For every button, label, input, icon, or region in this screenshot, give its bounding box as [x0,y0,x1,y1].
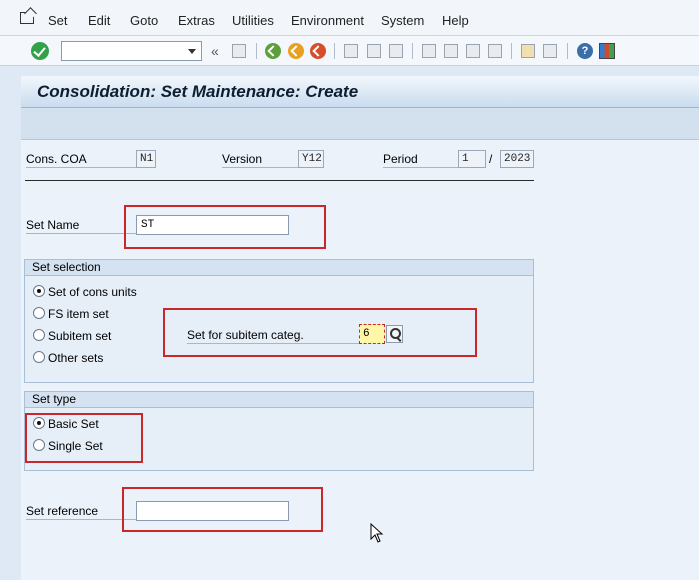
menu-help[interactable]: Help [442,13,469,28]
enter-icon[interactable] [31,42,49,60]
radio-label-other-sets: Other sets [48,351,104,365]
radio-label-subitem-set: Subitem set [48,329,112,343]
highlight-box-set-type [25,413,143,463]
application-toolbar [21,108,699,140]
standard-toolbar: « ? [0,36,699,66]
find-next-icon[interactable] [389,44,403,58]
shortcut-icon[interactable] [543,44,557,58]
menu-environment[interactable]: Environment [291,13,364,28]
screen-title-bar: Consolidation: Set Maintenance: Create [21,76,699,108]
menu-bar: Set Edit Goto Extras Utilities Environme… [0,0,699,36]
radio-fs-item-set[interactable] [33,307,45,319]
command-field[interactable] [61,41,202,61]
toolbar-separator [567,43,568,59]
menu-goto[interactable]: Goto [130,13,158,28]
radio-other-sets[interactable] [33,351,45,363]
cancel-icon[interactable] [310,43,326,59]
menu-system[interactable]: System [381,13,424,28]
help-icon[interactable]: ? [577,43,593,59]
toolbar-separator [511,43,512,59]
radio-label-set-of-cons-units: Set of cons units [48,285,137,299]
radio-label-fs-item-set: FS item set [48,307,109,321]
cons-coa-field: N1 [136,150,156,168]
set-type-title: Set type [25,392,533,408]
first-page-icon[interactable] [422,44,436,58]
header-divider [25,180,534,181]
set-reference-label: Set reference [26,504,136,520]
set-selection-title: Set selection [25,260,533,276]
menu-extras[interactable]: Extras [178,13,215,28]
year-field: 2023 [500,150,534,168]
toolbar-separator [256,43,257,59]
menu-set[interactable]: Set [48,13,68,28]
page-title: Consolidation: Set Maintenance: Create [37,82,359,101]
highlight-box-subitem-categ [163,308,477,357]
menu-edit[interactable]: Edit [88,13,110,28]
collapse-icon[interactable]: « [211,42,219,60]
create-session-icon[interactable] [521,44,535,58]
last-page-icon[interactable] [488,44,502,58]
exit-icon[interactable] [288,43,304,59]
radio-set-of-cons-units[interactable] [33,285,45,297]
previous-page-icon[interactable] [444,44,458,58]
version-field: Y12 [298,150,324,168]
save-icon[interactable] [232,44,246,58]
app-menu-icon[interactable] [20,12,34,24]
menu-utilities[interactable]: Utilities [232,13,274,28]
radio-subitem-set[interactable] [33,329,45,341]
toolbar-separator [412,43,413,59]
print-icon[interactable] [344,44,358,58]
layout-icon[interactable] [599,43,615,59]
next-page-icon[interactable] [466,44,480,58]
highlight-box-set-reference [122,487,323,532]
set-name-label: Set Name [26,218,136,234]
find-icon[interactable] [367,44,381,58]
period-field: 1 [458,150,486,168]
back-icon[interactable] [265,43,281,59]
period-separator: / [489,152,493,166]
toolbar-separator [334,43,335,59]
highlight-box-set-name [124,205,326,249]
